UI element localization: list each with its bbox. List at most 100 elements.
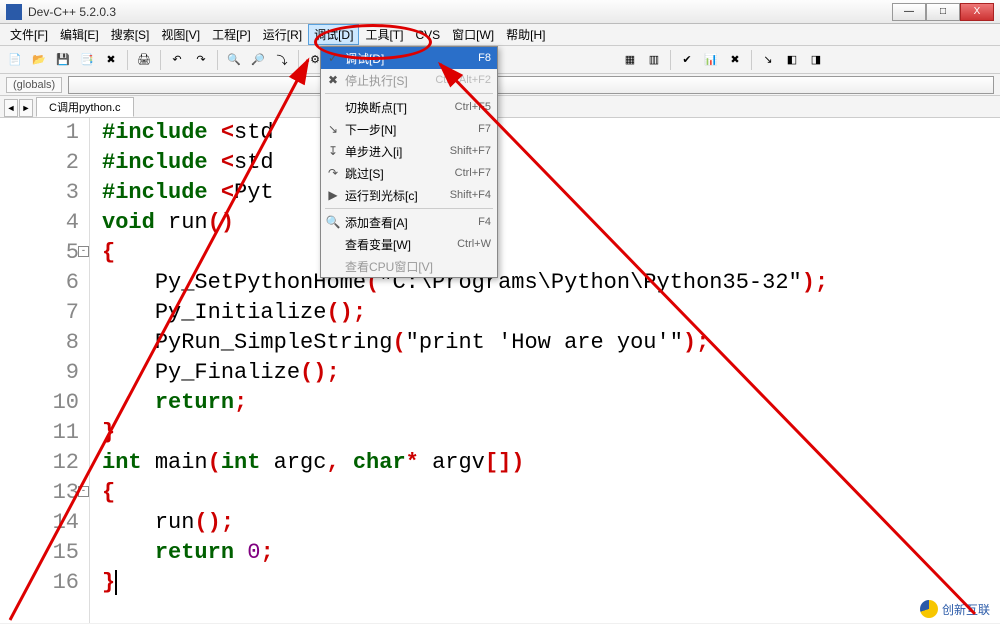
menu-item-icon: ✓ (321, 51, 345, 65)
menu-item-icon: ↷ (321, 166, 345, 180)
new-file-icon[interactable]: 📄 (4, 49, 26, 71)
code-line-15[interactable]: return 0; (102, 538, 1000, 568)
menu-bar: 文件[F]编辑[E]搜索[S]视图[V]工程[P]运行[R]调试[D]工具[T]… (0, 24, 1000, 46)
title-bar: Dev-C++ 5.2.0.3 — □ X (0, 0, 1000, 24)
code-area[interactable]: #include <std#include <std#include <Pytv… (90, 118, 1000, 623)
window-buttons: — □ X (892, 3, 994, 21)
debug-menu-item-3[interactable]: 切换断点[T]Ctrl+F5 (321, 96, 497, 118)
menu-item-8[interactable]: CVS (409, 26, 446, 44)
menu-item-4[interactable]: 工程[P] (206, 24, 257, 45)
menu-item-shortcut: Ctrl+Alt+F2 (435, 74, 491, 86)
menu-item-7[interactable]: 工具[T] (359, 24, 409, 45)
code-line-11[interactable]: } (102, 418, 1000, 448)
code-line-1[interactable]: #include <std (102, 118, 1000, 148)
fold-icon[interactable]: - (78, 246, 89, 257)
menu-item-1[interactable]: 编辑[E] (54, 24, 105, 45)
save-icon[interactable]: 💾 (52, 49, 74, 71)
menu-item-9[interactable]: 窗口[W] (446, 24, 500, 45)
delete-icon[interactable]: ✖ (724, 49, 746, 71)
code-line-3[interactable]: #include <Pyt (102, 178, 1000, 208)
menu-item-label: 切换断点[T] (345, 99, 455, 116)
debug-menu-dropdown: ✓调试[D]F8✖停止执行[S]Ctrl+Alt+F2切换断点[T]Ctrl+F… (320, 46, 498, 278)
menu-item-label: 单步进入[i] (345, 143, 450, 160)
debug-menu-item-0[interactable]: ✓调试[D]F8 (321, 47, 497, 69)
minimize-button[interactable]: — (892, 3, 926, 21)
tab-file[interactable]: C调用python.c (36, 97, 134, 117)
menu-item-label: 下一步[N] (345, 121, 478, 138)
menu-item-label: 查看CPU窗口[V] (345, 258, 491, 275)
debug-menu-item-5[interactable]: ↧单步进入[i]Shift+F7 (321, 140, 497, 162)
globals-combo[interactable] (68, 76, 994, 94)
menu-item-3[interactable]: 视图[V] (155, 24, 206, 45)
code-line-8[interactable]: PyRun_SimpleString("print 'How are you'"… (102, 328, 1000, 358)
code-line-13[interactable]: { (102, 478, 1000, 508)
close-button[interactable]: X (960, 3, 994, 21)
code-line-5[interactable]: { (102, 238, 1000, 268)
undo-icon[interactable]: ↶ (166, 49, 188, 71)
watermark-logo-icon (920, 600, 938, 618)
check-icon[interactable]: ✔ (676, 49, 698, 71)
replace-icon[interactable]: 🔎 (247, 49, 269, 71)
menu-item-2[interactable]: 搜索[S] (105, 24, 156, 45)
window-grid-icon[interactable]: ▦ (619, 49, 641, 71)
menu-item-icon: 🔍 (321, 215, 345, 229)
fold-icon[interactable]: - (78, 486, 89, 497)
code-line-6[interactable]: Py_SetPythonHome("C:\Programs\Python\Pyt… (102, 268, 1000, 298)
debug-menu-item-6[interactable]: ↷跳过[S]Ctrl+F7 (321, 162, 497, 184)
line-gutter: 12345-678910111213-141516 (0, 118, 90, 623)
menu-item-label: 查看变量[W] (345, 236, 457, 253)
maximize-button[interactable]: □ (926, 3, 960, 21)
menu-item-10[interactable]: 帮助[H] (500, 24, 551, 45)
menu-item-icon: ✖ (321, 73, 345, 87)
open-icon[interactable]: 📂 (28, 49, 50, 71)
find-next-icon[interactable]: ⤵ (271, 49, 293, 71)
menu-item-5[interactable]: 运行[R] (257, 24, 308, 45)
close-file-icon[interactable]: ✖ (100, 49, 122, 71)
find-icon[interactable]: 🔍 (223, 49, 245, 71)
redo-icon[interactable]: ↷ (190, 49, 212, 71)
code-line-12[interactable]: int main(int argc, char* argv[]) (102, 448, 1000, 478)
window-grid2-icon[interactable]: ▥ (643, 49, 665, 71)
tab-row: ◄ ► C调用python.c (0, 96, 1000, 118)
code-line-10[interactable]: return; (102, 388, 1000, 418)
menu-item-shortcut: F7 (478, 123, 491, 135)
code-editor[interactable]: 12345-678910111213-141516 #include <std#… (0, 118, 1000, 623)
code-line-9[interactable]: Py_Finalize(); (102, 358, 1000, 388)
tab-prev-icon[interactable]: ◄ (4, 99, 18, 117)
debug-menu-item-10[interactable]: 查看变量[W]Ctrl+W (321, 233, 497, 255)
menu-item-label: 停止执行[S] (345, 72, 435, 89)
bookmark2-icon[interactable]: ◨ (805, 49, 827, 71)
menu-separator (325, 208, 493, 209)
debug-menu-item-1: ✖停止执行[S]Ctrl+Alt+F2 (321, 69, 497, 91)
menu-separator (325, 93, 493, 94)
menu-item-icon: ↘ (321, 122, 345, 136)
code-line-16[interactable]: } (102, 568, 1000, 598)
save-all-icon[interactable]: 📑 (76, 49, 98, 71)
menu-item-shortcut: Ctrl+W (457, 238, 491, 250)
tab-next-icon[interactable]: ► (19, 99, 33, 117)
menu-item-0[interactable]: 文件[F] (4, 24, 54, 45)
code-line-7[interactable]: Py_Initialize(); (102, 298, 1000, 328)
print-icon[interactable]: 🖨 (133, 49, 155, 71)
debug-menu-item-7[interactable]: ▶运行到光标[c]Shift+F4 (321, 184, 497, 206)
code-line-14[interactable]: run(); (102, 508, 1000, 538)
chart-icon[interactable]: 📊 (700, 49, 722, 71)
watermark-text: 创新互联 (942, 601, 990, 618)
toolbar-separator (751, 50, 752, 70)
goto-icon[interactable]: ↘ (757, 49, 779, 71)
debug-menu-item-4[interactable]: ↘下一步[N]F7 (321, 118, 497, 140)
debug-menu-item-9[interactable]: 🔍添加查看[A]F4 (321, 211, 497, 233)
menu-item-shortcut: F8 (478, 52, 491, 64)
code-line-2[interactable]: #include <std (102, 148, 1000, 178)
toolbar-separator (670, 50, 671, 70)
menu-item-label: 调试[D] (345, 50, 478, 67)
menu-item-label: 运行到光标[c] (345, 187, 450, 204)
menu-item-6[interactable]: 调试[D] (308, 24, 359, 45)
bookmark-icon[interactable]: ◧ (781, 49, 803, 71)
code-line-4[interactable]: void run() (102, 208, 1000, 238)
watermark: 创新互联 (920, 600, 990, 618)
menu-item-label: 跳过[S] (345, 165, 455, 182)
globals-label: (globals) (6, 77, 62, 93)
toolbar: 📄 📂 💾 📑 ✖ 🖨 ↶ ↷ 🔍 🔎 ⤵ ⚙ ▶ ⏵ ♻ ✓ ✖ ▦ ▥ ✔ … (0, 46, 1000, 74)
menu-item-shortcut: Shift+F7 (450, 145, 491, 157)
